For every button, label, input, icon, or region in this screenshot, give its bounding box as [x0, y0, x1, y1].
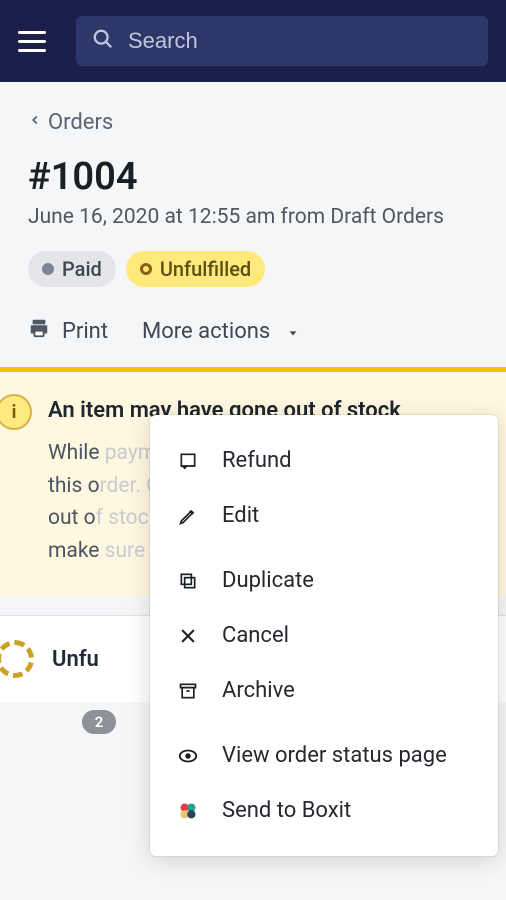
menu-send-to-boxit[interactable]: Send to Boxit [150, 783, 498, 838]
payment-status-badge: Paid [28, 251, 116, 287]
menu-label: Send to Boxit [222, 798, 351, 823]
menu-archive[interactable]: Archive [150, 663, 498, 718]
badge-label: Paid [62, 257, 102, 281]
print-label: Print [62, 319, 108, 344]
x-icon [176, 624, 200, 648]
fulfillment-status-badge: Unfulfilled [126, 251, 265, 287]
menu-cancel[interactable]: Cancel [150, 608, 498, 663]
caret-down-icon [286, 319, 300, 344]
more-actions-menu: Refund Edit Duplicate Cancel Archive Vie… [150, 415, 498, 856]
pencil-icon [176, 504, 200, 528]
dot-open-icon [140, 263, 152, 275]
badge-label: Unfulfilled [160, 257, 251, 281]
menu-label: Cancel [222, 623, 289, 648]
more-actions-button[interactable]: More actions [142, 319, 300, 344]
search-icon [92, 28, 114, 54]
menu-button[interactable] [18, 21, 58, 61]
print-icon [28, 317, 50, 345]
breadcrumb-back[interactable]: Orders [28, 110, 484, 135]
menu-label: Edit [222, 503, 259, 528]
menu-refund[interactable]: Refund [150, 433, 498, 488]
dot-filled-icon [42, 263, 54, 275]
order-title: #1004 [28, 155, 484, 199]
boxit-icon [176, 799, 200, 823]
order-subtitle: June 16, 2020 at 12:55 am from Draft Ord… [28, 205, 484, 229]
search-input[interactable] [128, 28, 472, 54]
archive-icon [176, 679, 200, 703]
fulfillment-title: Unfu [52, 647, 99, 672]
breadcrumb-label: Orders [48, 110, 113, 135]
info-icon: i [0, 394, 32, 430]
duplicate-icon [176, 569, 200, 593]
menu-duplicate[interactable]: Duplicate [150, 553, 498, 608]
menu-edit[interactable]: Edit [150, 488, 498, 543]
print-button[interactable]: Print [28, 317, 108, 345]
refund-icon [176, 449, 200, 473]
search-field[interactable] [76, 16, 488, 66]
menu-label: Archive [222, 678, 295, 703]
menu-view-order-status[interactable]: View order status page [150, 728, 498, 783]
more-actions-label: More actions [142, 319, 270, 344]
unfulfilled-ring-icon [0, 640, 34, 678]
menu-label: Duplicate [222, 568, 314, 593]
menu-label: Refund [222, 448, 292, 473]
fulfillment-count-badge: 2 [82, 710, 116, 734]
eye-icon [176, 744, 200, 768]
chevron-left-icon [28, 110, 42, 135]
menu-label: View order status page [222, 743, 447, 768]
